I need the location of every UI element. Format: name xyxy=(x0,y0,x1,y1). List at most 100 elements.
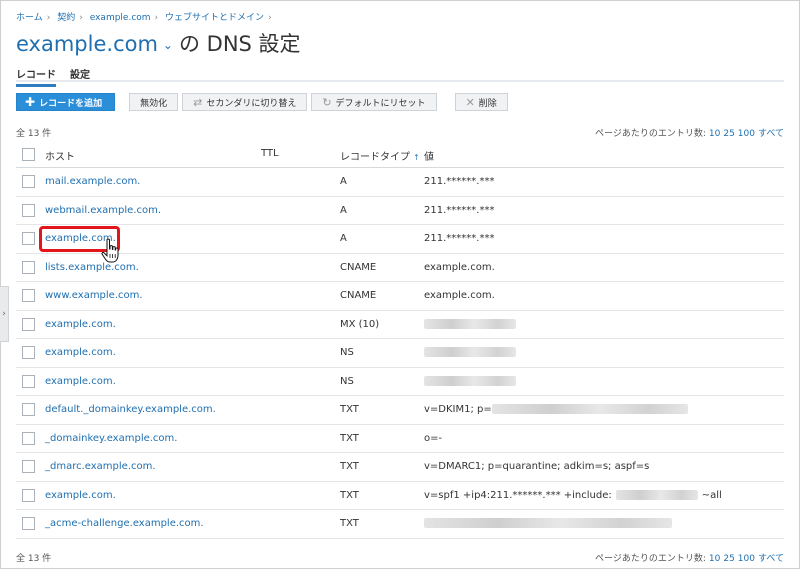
record-value: example.com. xyxy=(424,261,495,273)
table-row: example.com. TXT v=spf1 +ip4:211.******.… xyxy=(16,482,784,510)
x-icon: ✕ xyxy=(465,95,475,109)
perpage-10[interactable]: 10 xyxy=(709,129,720,139)
column-host[interactable]: ホスト xyxy=(45,148,75,163)
host-link[interactable]: default._domainkey.example.com. xyxy=(45,404,216,415)
reset-default-button[interactable]: ↻ デフォルトにリセット xyxy=(311,93,437,111)
record-type: A xyxy=(340,176,347,187)
table-row: _domainkey.example.com. TXT o=- xyxy=(16,425,784,453)
table-row: example.com. NS xyxy=(16,368,784,396)
record-type: NS xyxy=(340,347,354,358)
tab-records[interactable]: レコード xyxy=(16,66,56,87)
row-checkbox[interactable] xyxy=(22,346,35,359)
perpage-25[interactable]: 25 xyxy=(723,554,734,564)
host-link[interactable]: www.example.com. xyxy=(45,290,143,301)
domain-selector[interactable]: example.com xyxy=(16,32,158,56)
record-type: CNAME xyxy=(340,261,377,273)
record-type: TXT xyxy=(340,518,359,529)
record-value: v=spf1 +ip4:211.******.*** +include: ~all xyxy=(424,489,722,501)
page-title-text: の DNS 設定 xyxy=(178,32,301,56)
table-row: mail.example.com. A 211.******.*** xyxy=(16,168,784,197)
total-count: 全 13 件 xyxy=(16,129,52,139)
host-link[interactable]: mail.example.com. xyxy=(45,176,140,187)
chevron-right-icon: › xyxy=(2,309,6,319)
host-link[interactable]: _domainkey.example.com. xyxy=(45,433,177,444)
column-value[interactable]: 値 xyxy=(424,148,434,163)
switch-secondary-button[interactable]: ⇄ セカンダリに切り替え xyxy=(182,93,308,111)
row-checkbox[interactable] xyxy=(22,232,35,245)
row-checkbox[interactable] xyxy=(22,203,35,217)
record-type: A xyxy=(340,233,347,244)
entries-per-page-label: ページあたりのエントリ数: xyxy=(595,554,706,564)
breadcrumb-separator: › xyxy=(154,13,159,23)
breadcrumb-domain[interactable]: example.com xyxy=(90,13,151,23)
row-checkbox[interactable] xyxy=(22,260,35,274)
sort-ascending-icon: ↑ xyxy=(413,153,420,162)
disable-label: 無効化 xyxy=(140,98,168,109)
record-type: TXT xyxy=(340,461,359,472)
record-type: CNAME xyxy=(340,290,377,301)
table-row: example.com. MX (10) xyxy=(16,311,784,339)
record-value: 211.******.*** xyxy=(424,233,495,244)
delete-label: 削除 xyxy=(478,98,497,109)
delete-button[interactable]: ✕ 削除 xyxy=(454,93,508,111)
row-checkbox[interactable] xyxy=(22,517,35,530)
redacted-mask xyxy=(424,518,672,528)
breadcrumb-home[interactable]: ホーム xyxy=(16,13,43,23)
record-value-text: v=DKIM1; p= xyxy=(424,404,492,415)
host-link[interactable]: lists.example.com. xyxy=(45,262,139,273)
host-link[interactable]: example.com. xyxy=(45,490,116,501)
record-value: example.com. xyxy=(424,290,495,301)
record-type: TXT xyxy=(340,432,359,444)
host-link[interactable]: webmail.example.com. xyxy=(45,205,161,216)
record-type: TXT xyxy=(340,489,359,501)
table-row: _dmarc.example.com. TXT v=DMARC1; p=quar… xyxy=(16,453,784,482)
select-all-checkbox[interactable] xyxy=(22,148,35,161)
row-checkbox[interactable] xyxy=(22,488,35,502)
host-link[interactable]: example.com. xyxy=(45,319,116,330)
redacted-mask xyxy=(424,375,516,386)
sidebar-toggle[interactable]: › xyxy=(0,286,9,342)
total-count-footer: 全 13 件 xyxy=(16,554,52,564)
switch-icon: ⇄ xyxy=(193,95,203,109)
row-checkbox[interactable] xyxy=(22,460,35,473)
redacted-value xyxy=(424,518,672,529)
perpage-100[interactable]: 100 xyxy=(738,129,755,139)
record-value: v=DKIM1; p= xyxy=(424,404,688,415)
table-row: lists.example.com. CNAME example.com. xyxy=(16,254,784,282)
record-value: 211.******.*** xyxy=(424,176,495,187)
perpage-100[interactable]: 100 xyxy=(738,554,755,564)
perpage-all[interactable]: すべて xyxy=(758,554,784,564)
row-checkbox[interactable] xyxy=(22,175,35,188)
chevron-down-icon[interactable]: ⌄ xyxy=(163,38,173,52)
row-checkbox[interactable] xyxy=(22,431,35,445)
host-link[interactable]: example.com. xyxy=(45,347,116,358)
record-value-text: v=spf1 +ip4:211.******.*** +include: xyxy=(424,489,612,501)
table-row: example.com. A 211.******.*** xyxy=(16,225,784,254)
perpage-all[interactable]: すべて xyxy=(758,129,784,139)
reset-icon: ↻ xyxy=(322,95,332,109)
dns-records-table: ホスト TTL レコードタイプ ↑ 値 mail.example.com. A 2… xyxy=(16,142,784,539)
column-ttl[interactable]: TTL xyxy=(261,148,279,159)
table-row: webmail.example.com. A 211.******.*** xyxy=(16,197,784,225)
perpage-10[interactable]: 10 xyxy=(709,554,720,564)
host-link[interactable]: example.com. xyxy=(45,376,116,387)
entries-per-page: ページあたりのエントリ数: 10 25 100 すべて xyxy=(595,126,784,139)
column-record-type[interactable]: レコードタイプ ↑ xyxy=(340,148,420,163)
breadcrumb-subscription[interactable]: 契約 xyxy=(57,13,75,23)
host-link[interactable]: _acme-challenge.example.com. xyxy=(45,518,204,529)
redacted-mask xyxy=(491,404,688,414)
add-record-button[interactable]: ✚ レコードを追加 xyxy=(16,93,116,111)
breadcrumb-websites[interactable]: ウェブサイトとドメイン xyxy=(165,13,264,23)
row-checkbox[interactable] xyxy=(22,403,35,416)
entries-per-page-footer: ページあたりのエントリ数: 10 25 100 すべて xyxy=(595,551,784,564)
breadcrumb-separator: › xyxy=(46,13,51,23)
host-link[interactable]: _dmarc.example.com. xyxy=(45,461,156,472)
tab-settings[interactable]: 設定 xyxy=(70,66,90,84)
switch-secondary-label: セカンダリに切り替え xyxy=(206,98,297,109)
row-checkbox[interactable] xyxy=(22,374,35,388)
perpage-25[interactable]: 25 xyxy=(723,129,734,139)
table-row: default._domainkey.example.com. TXT v=DK… xyxy=(16,396,784,425)
row-checkbox[interactable] xyxy=(22,317,35,331)
disable-button[interactable]: 無効化 xyxy=(129,93,179,111)
row-checkbox[interactable] xyxy=(22,289,35,302)
